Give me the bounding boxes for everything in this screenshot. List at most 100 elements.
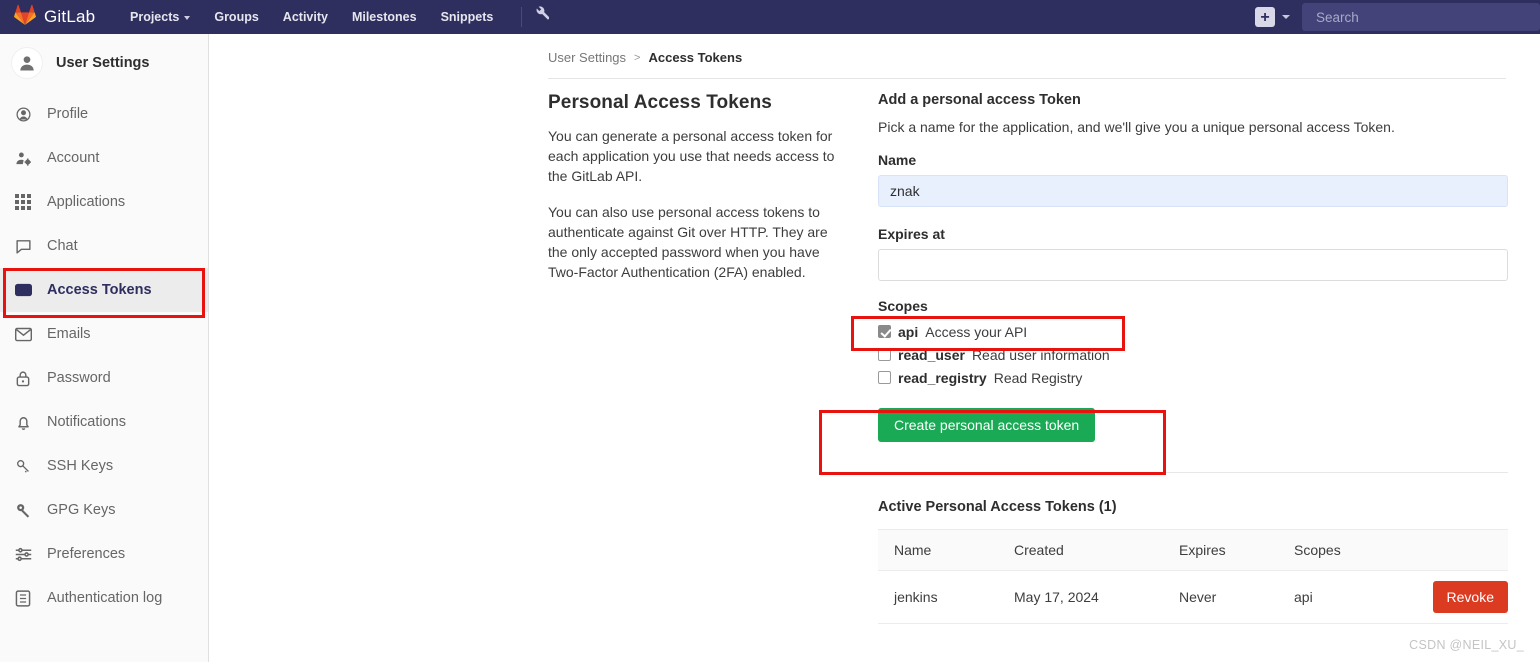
brand-home-link[interactable]: GitLab xyxy=(0,4,118,30)
sidebar-item-gpg-keys[interactable]: GPG Keys xyxy=(0,488,208,532)
name-field-label: Name xyxy=(878,152,917,168)
scope-row-read-registry[interactable]: read_registry Read Registry xyxy=(878,366,1508,389)
name-input-value: znak xyxy=(890,183,920,199)
sidebar-item-notifications-label: Notifications xyxy=(47,414,126,430)
expires-at-field-label: Expires at xyxy=(878,226,945,242)
scope-description-read-user: Read user information xyxy=(971,346,1110,363)
description-paragraph-2: You can also use personal access tokens … xyxy=(548,204,828,280)
breadcrumb: User Settings > Access Tokens xyxy=(209,34,1540,65)
brand-name: GitLab xyxy=(44,7,96,26)
breadcrumb-parent[interactable]: User Settings xyxy=(548,50,626,65)
scope-description-api: Access your API xyxy=(925,323,1028,340)
sidebar-item-preferences-label: Preferences xyxy=(47,546,126,562)
sidebar-item-authentication-log[interactable]: Authentication log xyxy=(0,576,208,620)
sidebar-item-profile[interactable]: Profile xyxy=(0,92,208,136)
plus-icon: + xyxy=(1260,8,1270,26)
sidebar-item-emails-label: Emails xyxy=(47,326,91,342)
token-card-icon xyxy=(13,283,33,297)
sidebar-item-preferences[interactable]: Preferences xyxy=(0,532,208,576)
profile-icon xyxy=(13,106,33,123)
table-header-row: Name Created Expires Scopes xyxy=(878,529,1508,571)
scope-checkbox-api[interactable] xyxy=(878,325,891,338)
create-personal-access-token-button[interactable]: Create personal access token xyxy=(878,408,1096,442)
table-row: jenkins May 17, 2024 Never api Revoke xyxy=(878,570,1508,624)
form-column: Add a personal access Token Pick a name … xyxy=(878,92,1508,624)
key-solid-icon xyxy=(13,502,33,519)
content-columns: Personal Access Tokens You can generate … xyxy=(548,92,1508,624)
expires-at-input[interactable] xyxy=(878,249,1508,281)
nav-item-snippets[interactable]: Snippets xyxy=(429,0,506,34)
nav-divider xyxy=(521,7,523,27)
account-icon xyxy=(13,150,33,167)
description-column: Personal Access Tokens You can generate … xyxy=(548,92,878,624)
sidebar: User Settings Profile Account Applicatio… xyxy=(0,34,209,662)
sidebar-item-gpg-keys-label: GPG Keys xyxy=(47,502,116,518)
cell-token-expires: Never xyxy=(1163,570,1278,624)
wrench-icon xyxy=(532,6,550,28)
sliders-icon xyxy=(13,547,33,562)
cell-token-name: jenkins xyxy=(878,570,998,624)
form-subtitle: Pick a name for the application, and we'… xyxy=(878,119,1395,135)
scope-name-read-registry: read_registry xyxy=(898,369,987,386)
nav-item-activity[interactable]: Activity xyxy=(271,0,340,34)
scope-name-read-user: read_user xyxy=(898,346,965,363)
sidebar-header: User Settings xyxy=(0,34,208,92)
scope-checkbox-read-registry[interactable] xyxy=(878,371,891,384)
chevron-down-icon xyxy=(184,16,191,20)
chat-bubble-icon xyxy=(13,238,33,255)
sidebar-item-notifications[interactable]: Notifications xyxy=(0,400,208,444)
user-avatar-icon xyxy=(20,56,34,71)
envelope-icon xyxy=(13,326,33,343)
scope-checkbox-read-user[interactable] xyxy=(878,348,891,361)
sidebar-item-chat-label: Chat xyxy=(47,238,78,254)
sidebar-item-emails[interactable]: Emails xyxy=(0,312,208,356)
scope-name-api: api xyxy=(898,323,919,340)
top-navbar: GitLab Projects Groups Activity Mileston… xyxy=(0,0,1540,34)
search-placeholder: Search xyxy=(1316,9,1359,25)
navbar-right: + Search xyxy=(1255,0,1540,34)
avatar xyxy=(11,47,43,79)
sidebar-item-account[interactable]: Account xyxy=(0,136,208,180)
sidebar-item-password[interactable]: Password xyxy=(0,356,208,400)
scope-row-api[interactable]: api Access your API xyxy=(878,320,1508,343)
page-title: Personal Access Tokens xyxy=(548,92,772,113)
sidebar-title: User Settings xyxy=(56,55,150,71)
admin-area-button[interactable] xyxy=(532,6,550,28)
column-header-created: Created xyxy=(998,529,1163,571)
sidebar-item-chat[interactable]: Chat xyxy=(0,224,208,268)
bell-icon xyxy=(13,414,33,431)
sidebar-item-password-label: Password xyxy=(47,370,111,386)
revoke-button[interactable]: Revoke xyxy=(1432,581,1508,613)
column-header-actions xyxy=(1371,529,1508,571)
column-header-expires: Expires xyxy=(1163,529,1278,571)
new-item-chevron-down-icon[interactable] xyxy=(1282,15,1290,19)
primary-nav: Projects Groups Activity Milestones Snip… xyxy=(118,0,550,34)
column-header-name: Name xyxy=(878,529,998,571)
sidebar-item-applications[interactable]: Applications xyxy=(0,180,208,224)
sidebar-item-access-tokens[interactable]: Access Tokens xyxy=(0,268,208,312)
sidebar-item-ssh-keys-label: SSH Keys xyxy=(47,458,114,474)
applications-grid-icon xyxy=(13,194,33,210)
cell-token-scopes: api xyxy=(1278,570,1372,624)
cell-token-created: May 17, 2024 xyxy=(998,570,1163,624)
watermark: CSDN @NEIL_XU_ xyxy=(1409,638,1524,652)
scope-row-read-user[interactable]: read_user Read user information xyxy=(878,343,1508,366)
cell-token-actions: Revoke xyxy=(1371,570,1508,624)
sidebar-item-profile-label: Profile xyxy=(47,106,89,122)
form-title: Add a personal access Token xyxy=(878,92,1081,108)
active-tokens-title: Active Personal Access Tokens (1) xyxy=(878,499,1117,515)
new-item-button[interactable]: + xyxy=(1255,7,1275,27)
main-content: User Settings > Access Tokens Personal A… xyxy=(209,34,1540,662)
name-input[interactable]: znak xyxy=(878,175,1508,207)
gitlab-fox-logo-icon xyxy=(14,4,36,30)
nav-item-milestones[interactable]: Milestones xyxy=(340,0,429,34)
breadcrumb-current[interactable]: Access Tokens xyxy=(648,50,742,65)
column-header-scopes: Scopes xyxy=(1278,529,1372,571)
nav-item-projects[interactable]: Projects xyxy=(118,0,202,34)
nav-item-groups[interactable]: Groups xyxy=(202,0,270,34)
sidebar-item-ssh-keys[interactable]: SSH Keys xyxy=(0,444,208,488)
key-icon xyxy=(13,458,33,475)
active-tokens-table: Name Created Expires Scopes jenkins May … xyxy=(878,529,1508,624)
log-list-icon xyxy=(13,589,33,607)
search-input[interactable]: Search xyxy=(1302,3,1540,31)
